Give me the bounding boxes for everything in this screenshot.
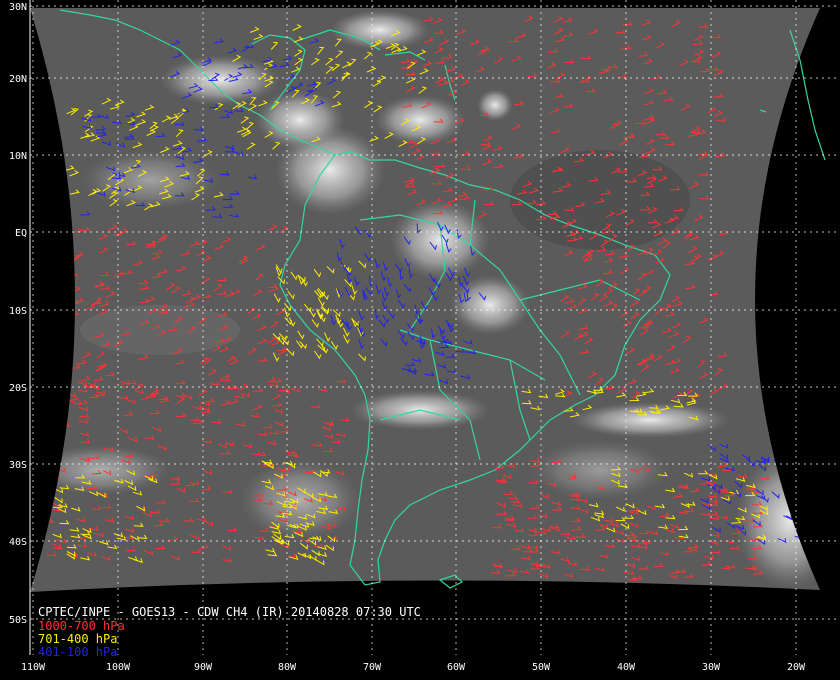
wind-barb — [66, 285, 76, 293]
wind-barb — [41, 467, 52, 473]
latitude-label: 10S — [9, 306, 27, 317]
wind-barb — [66, 315, 76, 322]
latitude-label: 30S — [9, 460, 27, 471]
wind-barb — [61, 322, 71, 330]
pressure-legend: 1000-700 hPa701-400 hPa401-100 hPa — [38, 619, 125, 659]
latitude-label: 10N — [9, 151, 27, 162]
longitude-label: 90W — [194, 662, 213, 673]
wind-barb — [41, 486, 52, 491]
wind-barb — [60, 255, 71, 262]
wind-barb — [61, 282, 71, 289]
wind-barb — [39, 316, 50, 324]
image-title: CPTEC/INPE - GOES13 - CDW CH4 (IR) 20140… — [38, 605, 421, 619]
wind-barb — [59, 236, 69, 244]
wind-barb — [61, 309, 72, 316]
wind-barb — [58, 391, 69, 398]
latitude-label: 50S — [9, 615, 27, 626]
wind-barb — [50, 476, 61, 481]
wind-barb — [48, 437, 59, 443]
wind-barb — [43, 518, 54, 523]
wind-barb — [51, 404, 62, 409]
longitude-label: 80W — [278, 662, 297, 673]
wind-barb — [59, 228, 70, 235]
wind-barb — [61, 290, 71, 298]
wind-barb — [52, 294, 63, 301]
latitude-label: EQ — [15, 228, 27, 239]
longitude-label: 50W — [532, 662, 551, 673]
wind-barb — [51, 414, 61, 420]
wind-barb — [785, 476, 795, 482]
latitude-label: 20S — [9, 383, 27, 394]
legend-entry: 401-100 hPa — [38, 645, 117, 659]
satellite-wind-map: 30N 20N 10N EQ 10S 20S 30S 40S 50S 110W 100W 90W 80… — [0, 0, 840, 680]
latitude-label: 20N — [9, 74, 27, 85]
wind-barb — [40, 341, 50, 349]
wind-barb — [43, 373, 54, 380]
wind-barb — [41, 368, 52, 375]
wind-barb — [785, 483, 796, 489]
wind-barb — [45, 285, 56, 292]
legend-entry: 701-400 hPa — [38, 632, 117, 646]
longitude-label: 40W — [617, 662, 636, 673]
longitude-label: 20W — [787, 662, 806, 673]
wind-barb — [58, 399, 69, 407]
longitude-label: 110W — [21, 662, 46, 673]
latitude-label: 30N — [9, 2, 27, 13]
wind-barb — [48, 443, 59, 449]
wind-barb — [61, 317, 71, 325]
longitude-label: 60W — [447, 662, 466, 673]
wind-barb — [60, 263, 70, 271]
wind-barb — [44, 258, 54, 266]
wind-barb — [40, 410, 51, 417]
longitude-label: 70W — [363, 662, 382, 673]
wind-barb — [53, 273, 64, 280]
longitude-label: 100W — [106, 662, 131, 673]
wind-barb — [776, 464, 786, 470]
wind-barb — [40, 435, 50, 441]
latitude-label: 40S — [9, 537, 27, 548]
longitude-label: 30W — [702, 662, 721, 673]
legend-entry: 1000-700 hPa — [38, 619, 125, 633]
latitude-labels: 30N 20N 10N EQ 10S 20S 30S 40S 50S — [9, 2, 27, 626]
wind-barb — [41, 293, 52, 299]
wind-barb — [46, 325, 57, 333]
wind-barb — [52, 436, 63, 441]
